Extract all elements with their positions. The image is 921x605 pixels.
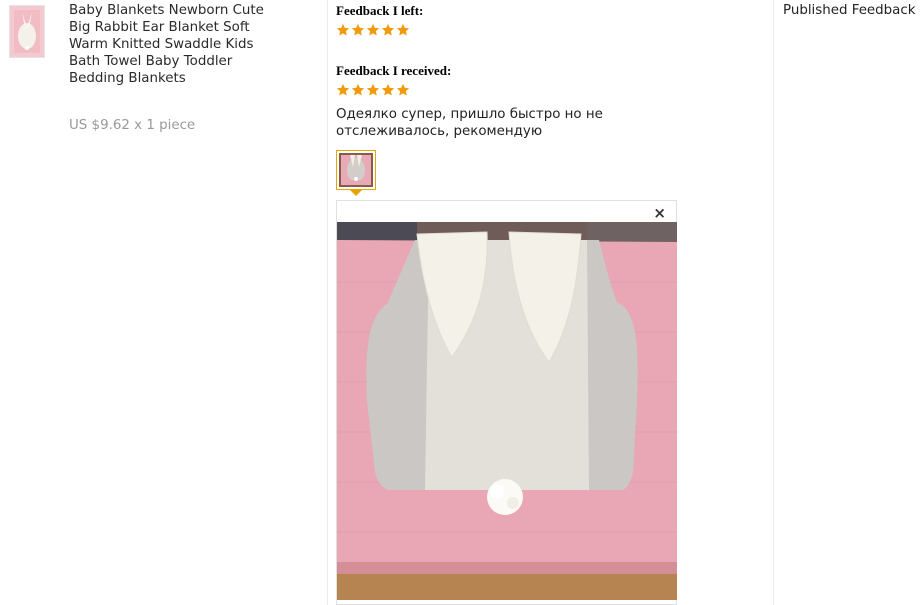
feedback-comment: Одеялко супер, пришло быстро но не отсле… bbox=[336, 107, 603, 139]
feedback-left-label: Feedback I left: bbox=[336, 3, 424, 18]
star-icon bbox=[336, 83, 350, 96]
product-title[interactable]: Baby Blankets Newborn Cute Big Rabbit Ea… bbox=[69, 2, 269, 87]
star-icon bbox=[366, 83, 380, 96]
star-icon bbox=[396, 83, 410, 96]
thumbnail-pointer bbox=[350, 190, 362, 196]
feedback-photo-thumbnail-image bbox=[339, 153, 373, 187]
product-price: US $9.62 x 1 piece bbox=[69, 118, 196, 133]
feedback-photo-large bbox=[337, 222, 677, 600]
feedback-status: Published Feedback bbox=[783, 3, 916, 18]
star-icon bbox=[351, 83, 365, 96]
star-icon bbox=[336, 23, 350, 36]
product-thumbnail-image bbox=[10, 6, 44, 57]
star-icon bbox=[381, 83, 395, 96]
feedback-received-label: Feedback I received: bbox=[336, 63, 452, 78]
star-icon bbox=[396, 23, 410, 36]
feedback-received-stars bbox=[336, 83, 410, 97]
feedback-left-stars bbox=[336, 23, 410, 37]
column-divider-right bbox=[773, 0, 774, 605]
close-icon[interactable]: × bbox=[653, 204, 666, 222]
star-icon bbox=[381, 23, 395, 36]
feedback-photo-thumbnail[interactable] bbox=[336, 150, 376, 190]
product-thumbnail[interactable] bbox=[9, 5, 45, 58]
star-icon bbox=[366, 23, 380, 36]
column-divider-left bbox=[327, 0, 328, 605]
star-icon bbox=[351, 23, 365, 36]
photo-viewer: × bbox=[336, 200, 677, 605]
